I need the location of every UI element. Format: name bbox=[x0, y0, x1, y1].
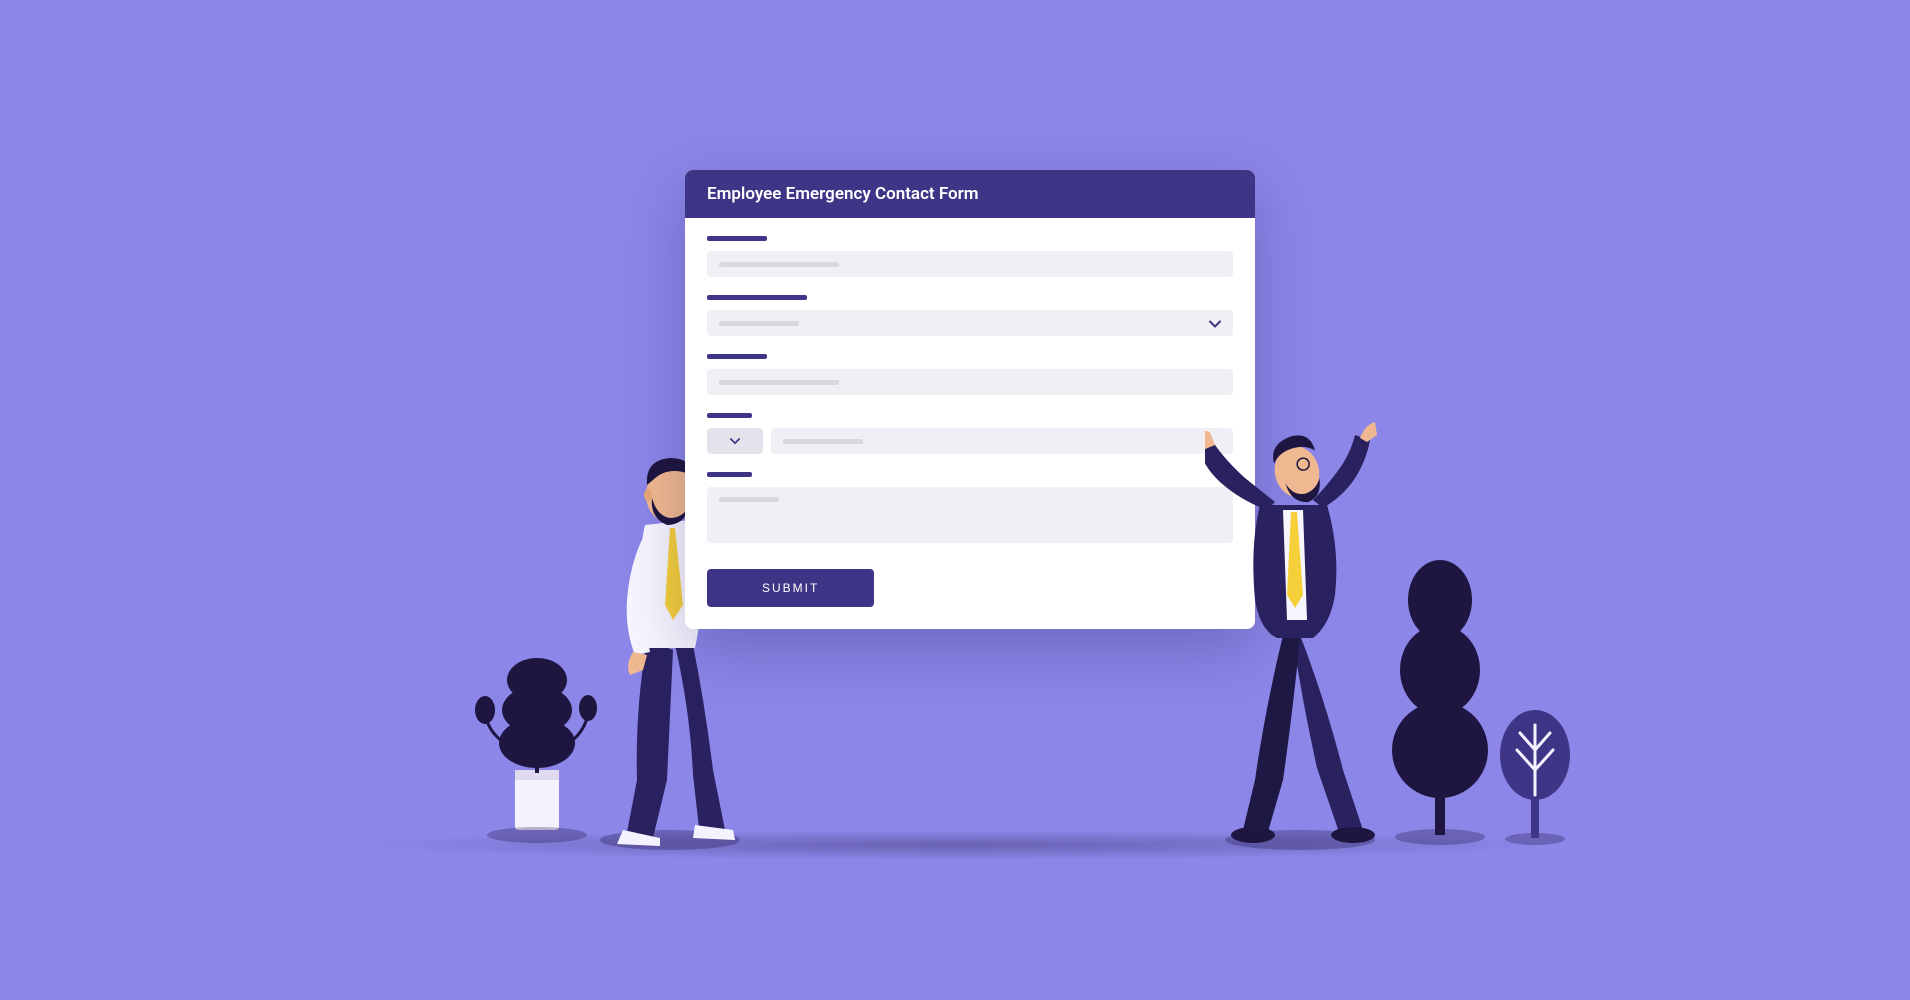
plant-decoration-right-large bbox=[1385, 545, 1495, 845]
placeholder-line bbox=[783, 439, 863, 444]
field-label bbox=[707, 413, 752, 418]
field-label bbox=[707, 295, 807, 300]
placeholder-line bbox=[719, 380, 839, 385]
select-input[interactable] bbox=[707, 310, 1233, 336]
form-field-1 bbox=[707, 236, 1233, 277]
form-field-4 bbox=[707, 413, 1233, 454]
submit-button[interactable]: SUBMIT bbox=[707, 569, 874, 607]
form-field-5 bbox=[707, 472, 1233, 543]
field-label bbox=[707, 354, 767, 359]
textarea-input[interactable] bbox=[707, 487, 1233, 543]
field-label bbox=[707, 236, 767, 241]
form-field-2 bbox=[707, 295, 1233, 336]
placeholder-line bbox=[719, 321, 799, 326]
text-input[interactable] bbox=[771, 428, 1233, 454]
placeholder-line bbox=[719, 497, 779, 502]
text-input[interactable] bbox=[707, 251, 1233, 277]
form-field-3 bbox=[707, 354, 1233, 395]
form-card: Employee Emergency Contact Form bbox=[685, 170, 1255, 629]
form-title: Employee Emergency Contact Form bbox=[685, 170, 1255, 218]
plant-decoration-right-small bbox=[1495, 695, 1575, 845]
text-input[interactable] bbox=[707, 369, 1233, 395]
placeholder-line bbox=[719, 262, 839, 267]
person-illustration-right bbox=[1205, 410, 1395, 850]
select-prefix[interactable] bbox=[707, 428, 763, 454]
chevron-down-icon bbox=[1209, 314, 1221, 333]
field-label bbox=[707, 472, 752, 477]
form-body: SUBMIT bbox=[685, 218, 1255, 629]
